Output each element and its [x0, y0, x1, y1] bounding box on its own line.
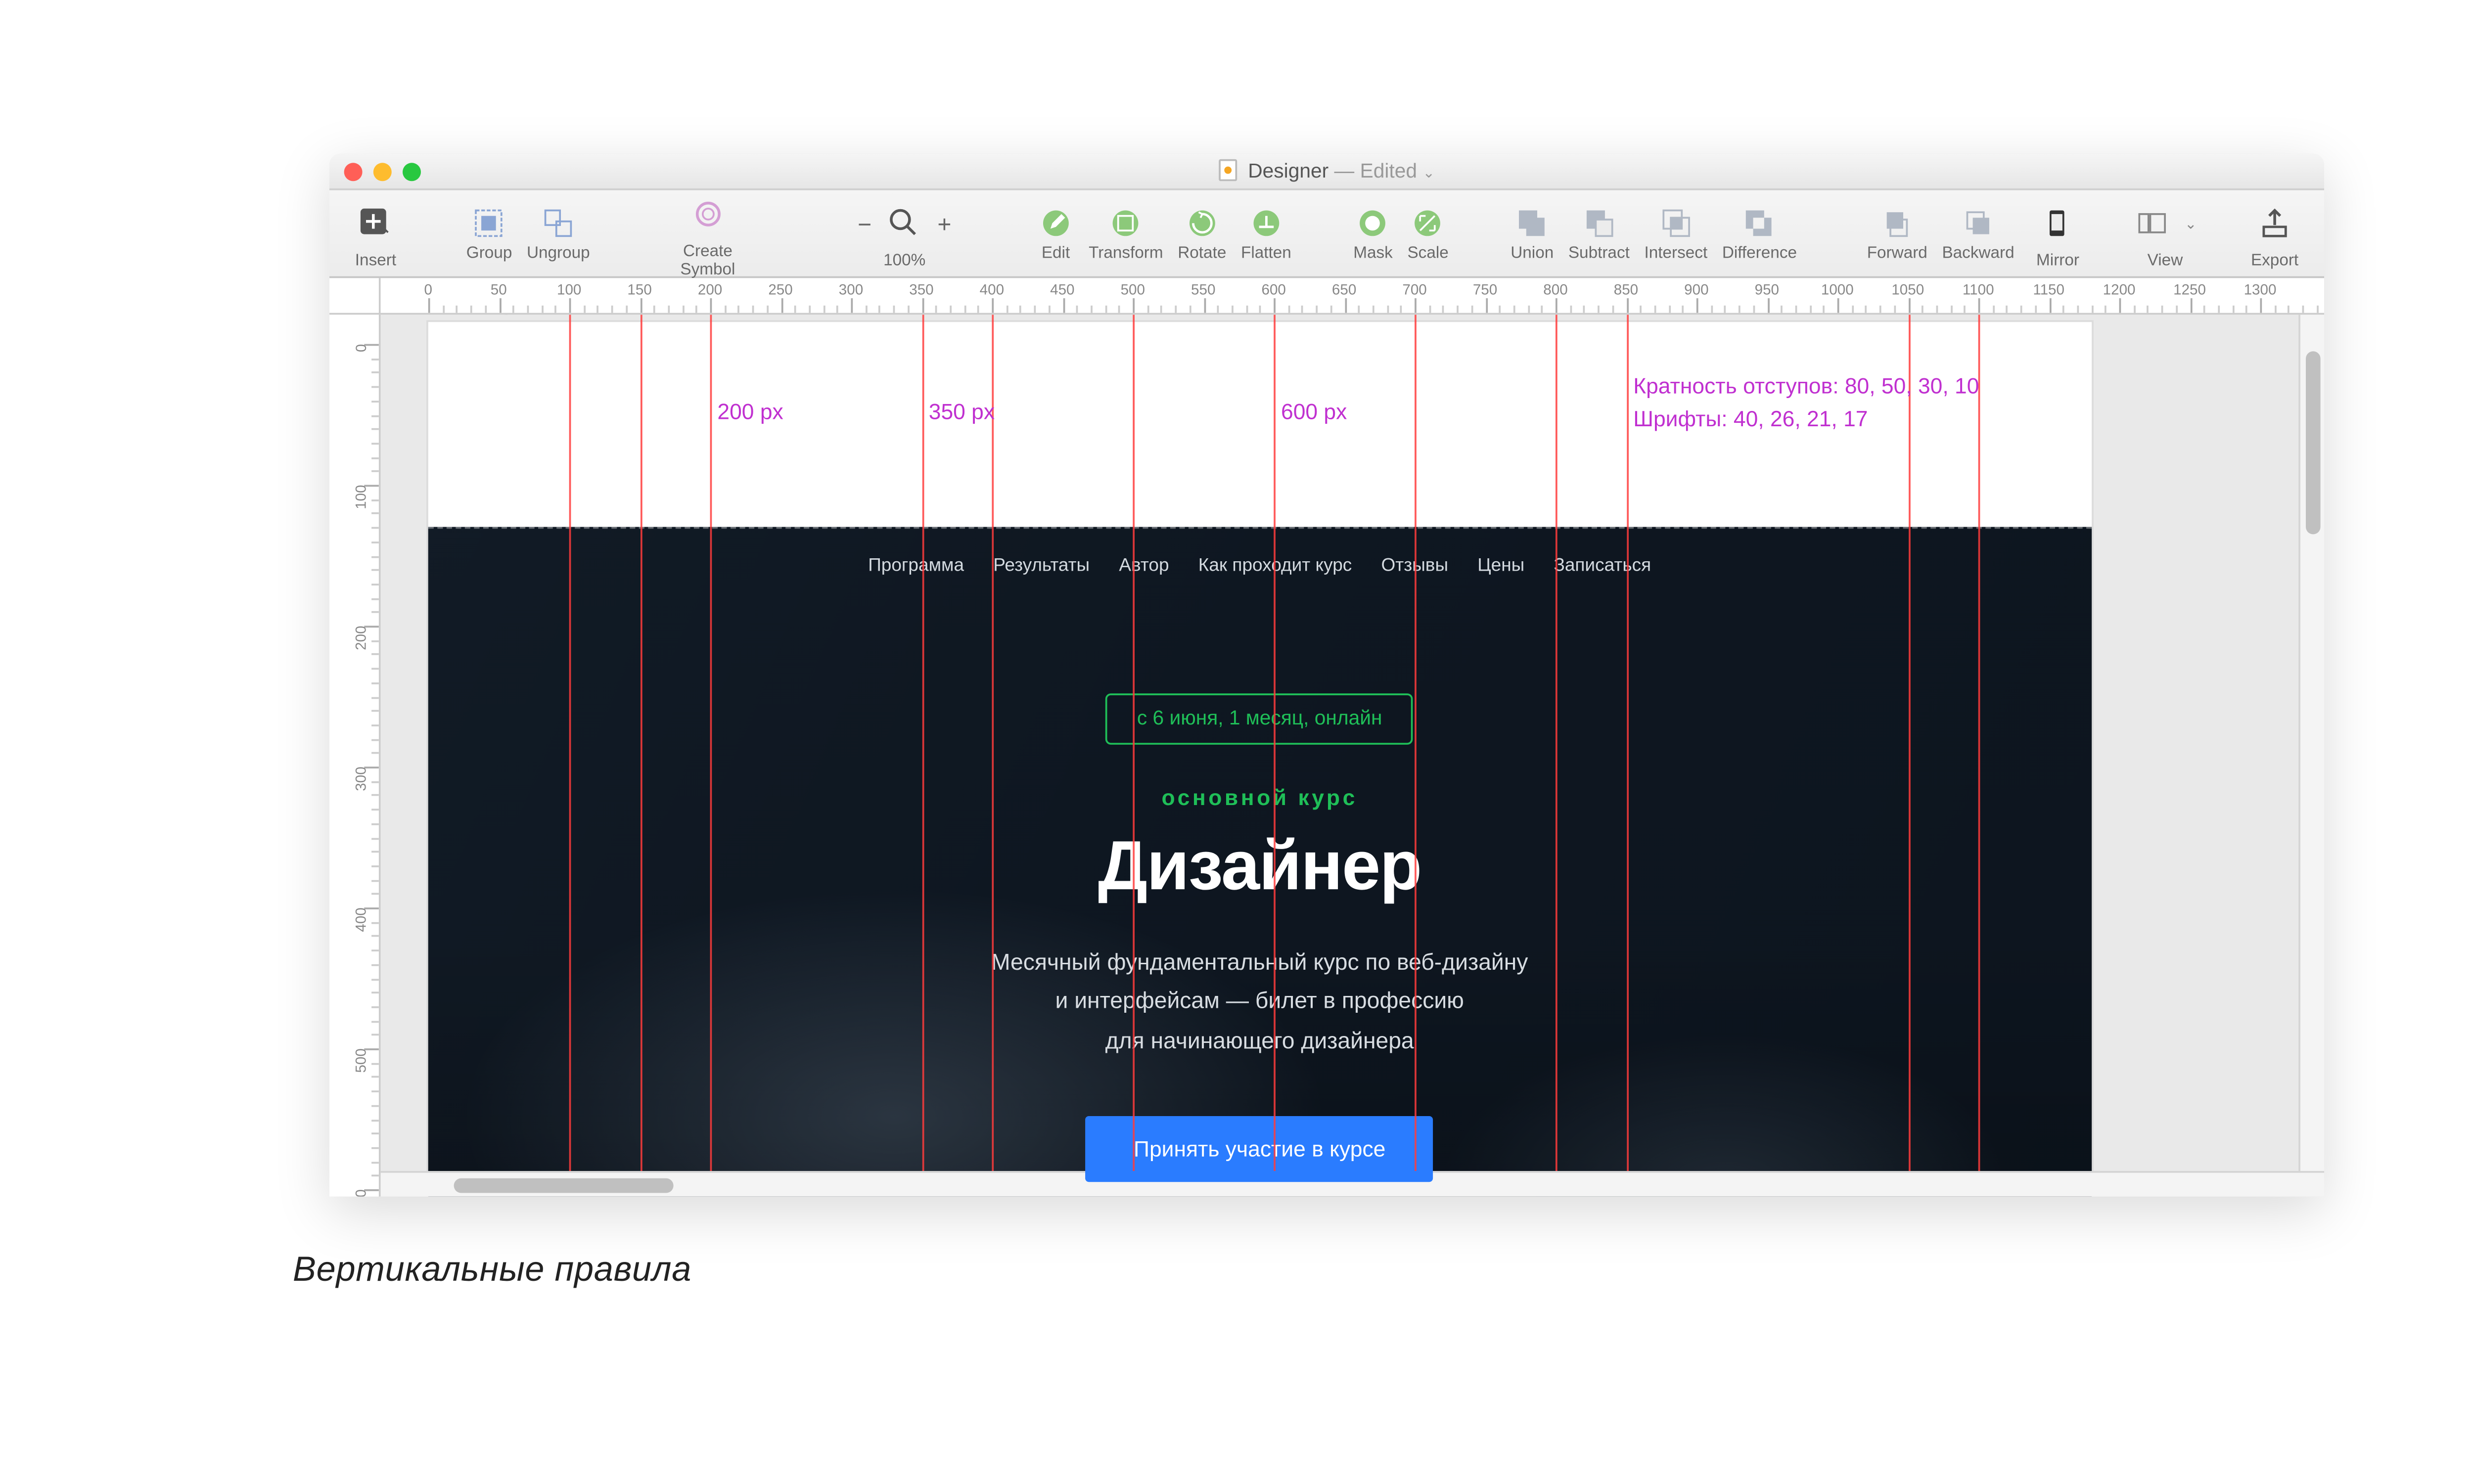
guide-label: 600 px	[1281, 399, 1347, 425]
window-title-text: Designer	[1248, 161, 1328, 183]
window-status: Edited	[1360, 161, 1417, 183]
app-window: Designer — Edited ⌄ Insert Group Ungroup	[329, 154, 2324, 1197]
hero-section: Программа Результаты Автор Как проходит кур…	[428, 527, 2091, 1197]
scale-icon	[1410, 205, 1446, 241]
hero-title: Дизайнер	[465, 829, 2055, 907]
ruler-horizontal[interactable]: 0501001502002503003504004505005506006507…	[381, 278, 2324, 315]
hero-kicker: основной курс	[465, 785, 2055, 810]
union-icon	[1514, 205, 1551, 241]
magnifier-icon	[886, 205, 923, 241]
forward-icon	[1879, 205, 1916, 241]
view-button[interactable]: ⌄View	[2133, 198, 2197, 269]
intersect-button[interactable]: Intersect	[1645, 205, 1708, 262]
scrollbar-vertical[interactable]	[2298, 315, 2324, 1171]
export-icon	[2256, 205, 2293, 241]
group-icon	[471, 205, 507, 241]
hero-nav-item[interactable]: Как проходит курс	[1198, 556, 1352, 577]
group-button[interactable]: Group	[466, 205, 512, 262]
subtract-button[interactable]: Subtract	[1568, 205, 1630, 262]
rotate-button[interactable]: Rotate	[1178, 205, 1226, 262]
ruler-vertical[interactable]: 0100200300400500600	[329, 315, 381, 1196]
backward-icon	[1960, 205, 1997, 241]
hero-nav-item[interactable]: Программа	[868, 556, 964, 577]
transform-icon	[1107, 205, 1144, 241]
document-icon	[1219, 159, 1237, 181]
hero-nav: Программа Результаты Автор Как проходит кур…	[428, 531, 2091, 602]
difference-icon	[1741, 205, 1778, 241]
pencil-icon	[1038, 205, 1074, 241]
artboard[interactable]: Программа Результаты Автор Как проходит кур…	[428, 322, 2091, 1197]
mask-icon	[1355, 205, 1391, 241]
create-symbol-button[interactable]: Create Symbol	[660, 188, 755, 278]
export-button[interactable]: Export	[2251, 198, 2298, 269]
forward-button[interactable]: Forward	[1867, 205, 1927, 262]
view-icon	[2133, 205, 2170, 241]
hero-nav-item[interactable]: Результаты	[993, 556, 1090, 577]
backward-button[interactable]: Backward	[1942, 205, 2014, 262]
window-title: Designer — Edited ⌄	[329, 159, 2324, 183]
union-button[interactable]: Union	[1511, 205, 1554, 262]
ruler-origin[interactable]	[329, 278, 381, 315]
intersect-icon	[1657, 205, 1694, 241]
ungroup-button[interactable]: Ungroup	[527, 205, 590, 262]
guide-label: 200 px	[717, 399, 783, 425]
hero-nav-item[interactable]: Записаться	[1554, 556, 1651, 577]
mirror-button[interactable]: Mirror	[2036, 198, 2079, 269]
difference-button[interactable]: Difference	[1722, 205, 1797, 262]
scale-button[interactable]: Scale	[1407, 205, 1448, 262]
figure-caption: Вертикальные правила	[293, 1252, 691, 1292]
transform-button[interactable]: Transform	[1089, 205, 1163, 262]
edit-button[interactable]: Edit	[1038, 205, 1074, 262]
window-controls	[344, 163, 421, 181]
mask-button[interactable]: Mask	[1353, 205, 1393, 262]
hero-nav-item[interactable]: Цены	[1477, 556, 1524, 577]
fullscreen-window-button[interactable]	[403, 163, 421, 181]
zoom-out-button[interactable]: −	[858, 210, 871, 237]
guide-notes: Кратность отступов: 80, 50, 30, 10Шрифты…	[1633, 369, 1979, 435]
subtract-icon	[1581, 205, 1617, 241]
rotate-icon	[1184, 205, 1220, 241]
ruler-row: 0501001502002503003504004505005506006507…	[329, 278, 2324, 315]
toolbar: Insert Group Ungroup Create Symbol	[329, 190, 2324, 278]
minimize-window-button[interactable]	[373, 163, 392, 181]
zoom-control[interactable]: − + 100%	[858, 198, 951, 269]
ungroup-icon	[540, 205, 577, 241]
hero-nav-item[interactable]: Автор	[1119, 556, 1169, 577]
flatten-button[interactable]: Flatten	[1241, 205, 1291, 262]
close-window-button[interactable]	[344, 163, 363, 181]
zoom-in-button[interactable]: +	[937, 210, 951, 237]
insert-button[interactable]: Insert	[355, 198, 396, 269]
hero-description: Месячный фундаментальный курс по веб-диз…	[912, 944, 1607, 1061]
symbol-icon	[689, 196, 726, 232]
hero-nav-item[interactable]: Отзывы	[1381, 556, 1449, 577]
artboard-label[interactable]: web-designer	[428, 315, 538, 316]
titlebar: Designer — Edited ⌄	[329, 154, 2324, 190]
guide-label: 350 px	[929, 399, 995, 425]
cta-button[interactable]: Принять участие в курсе	[1086, 1116, 1433, 1181]
flatten-icon	[1248, 205, 1284, 241]
canvas[interactable]: web-designer Программа Результаты Автор Как…	[381, 315, 2324, 1196]
date-badge[interactable]: с 6 июня, 1 месяц, онлайн	[1106, 693, 1413, 745]
phone-icon	[2040, 205, 2076, 241]
scrollbar-thumb[interactable]	[2306, 351, 2321, 534]
plus-icon	[357, 205, 394, 241]
hero-top-border	[428, 527, 2091, 531]
